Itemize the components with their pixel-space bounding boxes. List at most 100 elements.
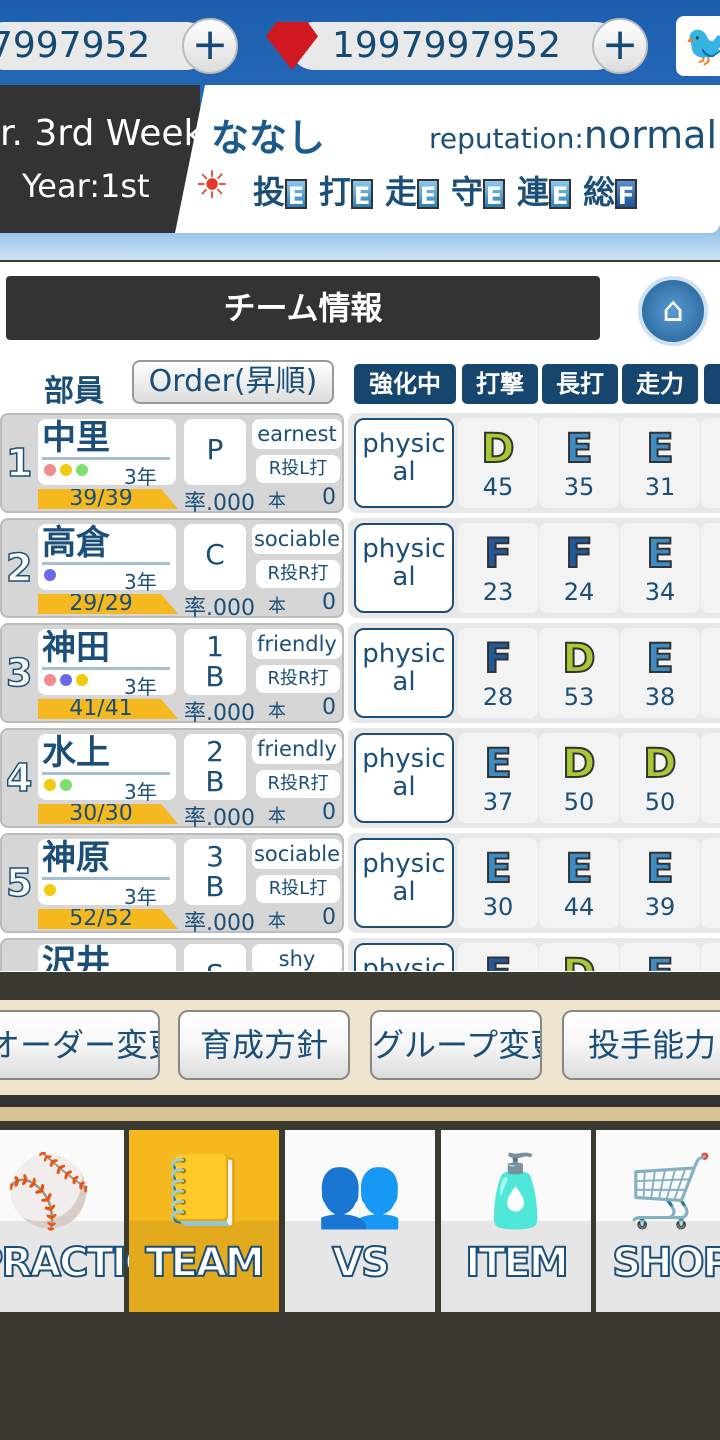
sort-order-button[interactable]: Order(昇順) xyxy=(132,360,334,404)
training-focus[interactable]: physical xyxy=(354,418,454,508)
batting-average: 率.000 xyxy=(184,596,255,621)
nav-tab-label: ITEM xyxy=(464,1239,569,1287)
order-action-button[interactable]: 投手能力 xyxy=(562,1010,720,1080)
column-header[interactable] xyxy=(704,364,720,404)
player-info[interactable]: 3 神田 3年 41/41 1 Bfriendly R投R打 率.000 本 0 xyxy=(0,623,344,726)
home-button[interactable]: ⌂ xyxy=(638,276,708,346)
player-list[interactable]: 1 中里 3年 39/39 Pearnest R投L打 率.000 本 0 physical D 45… xyxy=(0,413,720,971)
rating-label: 連 xyxy=(517,173,550,211)
personality-label: shy xyxy=(252,944,342,971)
order-action-button[interactable]: 育成方針 xyxy=(178,1010,350,1080)
order-action-button[interactable]: グループ変更 xyxy=(370,1010,542,1080)
position-text: S xyxy=(184,960,246,972)
stat-cell: D xyxy=(539,943,619,971)
column-header[interactable]: 打撃 xyxy=(462,364,538,404)
nav-tab-label: TEAM xyxy=(144,1239,265,1287)
nav-tab-item[interactable]: 🧴 ITEM xyxy=(441,1130,591,1312)
nav-tab-practice[interactable]: ⚾ PRACTICE xyxy=(0,1130,180,1312)
player-stats[interactable]: physical E 37 D 50 D 50 xyxy=(348,728,720,828)
name-underline xyxy=(42,877,170,880)
home-run-count: 0 xyxy=(322,905,336,930)
table-row[interactable]: 沢井SshyphysicFDE xyxy=(0,938,720,971)
player-info[interactable]: 1 中里 3年 39/39 Pearnest R投L打 率.000 本 0 xyxy=(0,413,344,516)
handedness-label: R投R打 xyxy=(256,770,340,798)
order-action-button[interactable]: オーダー変更 xyxy=(0,1010,160,1080)
bat-icon: ⚾ xyxy=(5,1150,93,1232)
table-row[interactable]: 4 水上 3年 30/30 2 Bfriendly R投R打 率.000 本 0 physical E… xyxy=(0,728,720,831)
stat-cell xyxy=(701,733,720,823)
notebook-icon: 📒 xyxy=(160,1150,248,1232)
stat-cell: E xyxy=(620,943,700,971)
stat-cell: E 30 xyxy=(458,838,538,928)
nav-tab-vs[interactable]: 👥 VS xyxy=(285,1130,435,1312)
column-header[interactable]: 強化中 xyxy=(354,364,456,404)
nav-tab-team[interactable]: 📒 TEAM xyxy=(129,1130,279,1312)
column-header[interactable]: 長打 xyxy=(542,364,618,404)
rating-grade: E xyxy=(351,179,374,210)
stat-value: 24 xyxy=(563,578,595,606)
player-stats[interactable]: physicFDE xyxy=(348,938,720,971)
stat-grade: E xyxy=(564,845,593,893)
page-title: チーム情報 xyxy=(6,276,600,340)
batting-average: 率.000 xyxy=(184,491,255,516)
player-stats[interactable]: physical E 30 E 44 E 39 xyxy=(348,833,720,933)
player-info[interactable]: 4 水上 3年 30/30 2 Bfriendly R投R打 率.000 本 0 xyxy=(0,728,344,831)
rating-item: 総F xyxy=(583,173,643,211)
home-run-label: 本 xyxy=(268,596,286,617)
nav-tab-shop[interactable]: 🛒 SHOP xyxy=(596,1130,720,1312)
stat-grade: F xyxy=(458,949,538,971)
column-header[interactable]: 走力 xyxy=(622,364,698,404)
table-row[interactable]: 3 神田 3年 41/41 1 Bfriendly R投R打 率.000 本 0 physical F… xyxy=(0,623,720,726)
position-text: B xyxy=(205,660,225,693)
add-gems-button[interactable]: + xyxy=(592,18,648,74)
player-stats[interactable]: physical F 28 D 53 E 38 xyxy=(348,623,720,723)
nav-tab-label: PRACTICE xyxy=(0,1239,180,1287)
add-coins-button[interactable]: + xyxy=(182,18,238,74)
stat-value: 34 xyxy=(644,578,676,606)
batting-average: 率.000 xyxy=(184,701,255,726)
training-focus[interactable]: physic xyxy=(354,943,454,971)
stat-cell xyxy=(701,628,720,718)
stat-value: 28 xyxy=(482,683,514,711)
stat-cell: F 28 xyxy=(458,628,538,718)
rating-label: 投 xyxy=(253,173,286,211)
training-focus[interactable]: physical xyxy=(354,733,454,823)
player-info[interactable]: 5 神原 3年 52/52 3 Bsociable R投L打 率.000 本 0 xyxy=(0,833,344,936)
batting-average: 率.000 xyxy=(184,806,255,831)
stat-grade: D xyxy=(480,425,515,473)
player-name: 神原 xyxy=(42,838,110,878)
training-focus[interactable]: physical xyxy=(354,838,454,928)
bottle-icon: 🧴 xyxy=(472,1150,560,1232)
personality-label: sociable xyxy=(252,839,342,869)
player-grade-year: 3年 xyxy=(124,570,157,594)
table-row[interactable]: 1 中里 3年 39/39 Pearnest R投L打 率.000 本 0 physical D 45… xyxy=(0,413,720,516)
stat-value: 45 xyxy=(482,473,514,501)
rating-item: 打E xyxy=(319,173,379,211)
home-run-count: 0 xyxy=(322,485,336,510)
stat-cell: F xyxy=(458,943,538,971)
stat-grade: F xyxy=(483,635,512,683)
player-info[interactable]: 沢井 Sshy xyxy=(0,938,344,971)
team-name: ななし xyxy=(211,116,326,160)
table-row[interactable]: 2 高倉 3年 29/29 Csociable R投R打 率.000 本 0 physical F 2… xyxy=(0,518,720,621)
rating-item: 連E xyxy=(517,173,577,211)
stamina-bar: 29/29 xyxy=(38,594,178,614)
player-stats[interactable]: physical F 23 F 24 E 34 xyxy=(348,518,720,618)
reputation-label: reputation: xyxy=(429,122,584,155)
stat-value: 50 xyxy=(644,788,676,816)
table-row[interactable]: 5 神原 3年 52/52 3 Bsociable R投L打 率.000 本 0 physical E… xyxy=(0,833,720,936)
training-focus[interactable]: physical xyxy=(354,628,454,718)
rating-item: 投E xyxy=(253,173,313,211)
training-focus[interactable]: physical xyxy=(354,523,454,613)
twitter-button[interactable]: 🐦 xyxy=(676,16,720,76)
personality-label: friendly xyxy=(252,734,342,764)
stat-grade: E xyxy=(645,530,674,578)
name-underline xyxy=(42,457,170,460)
player-stats[interactable]: physical D 45 E 35 E 31 xyxy=(348,413,720,513)
player-name-card: 高倉 3年 xyxy=(38,524,176,594)
player-info[interactable]: 2 高倉 3年 29/29 Csociable R投R打 率.000 本 0 xyxy=(0,518,344,621)
condition-dot xyxy=(44,779,56,791)
date-panel: r. 3rd Week Year:1st xyxy=(0,85,204,233)
stamina-bar: 30/30 xyxy=(38,804,178,824)
stat-grade: D xyxy=(561,635,596,683)
